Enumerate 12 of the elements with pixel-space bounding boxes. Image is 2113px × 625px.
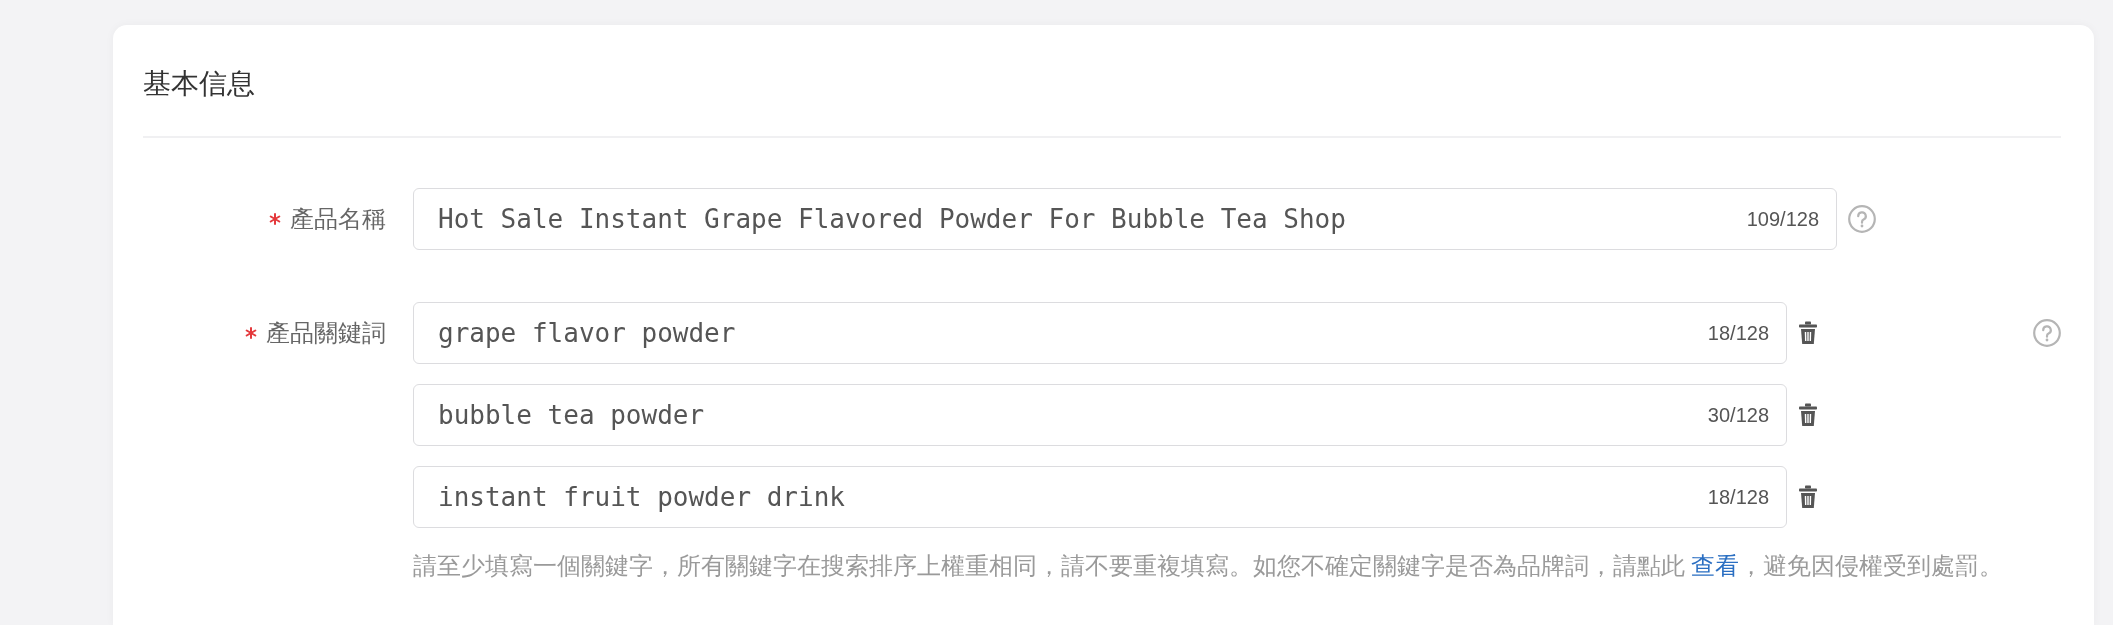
field-label: 產品關鍵詞	[266, 318, 386, 348]
character-count: 109/128	[1746, 207, 1819, 232]
character-count: 30/128	[1707, 403, 1769, 428]
trash-icon[interactable]	[1798, 403, 1818, 427]
field-label: 產品名稱	[290, 204, 386, 234]
view-link[interactable]: 查看	[1691, 552, 1739, 579]
section-title: 基本信息	[143, 67, 256, 101]
trash-icon[interactable]	[1798, 485, 1818, 509]
character-count: 18/128	[1707, 321, 1769, 346]
hint-text: 請至少填寫一個關鍵字，所有關鍵字在搜索排序上權重相同，請不要重複填寫。如您不確定關鍵字是否為品牌詞，請點此 查看，避免因侵權受到處罰。	[413, 551, 2003, 581]
trash-icon[interactable]	[1798, 321, 1818, 345]
character-count: 18/128	[1707, 485, 1769, 510]
